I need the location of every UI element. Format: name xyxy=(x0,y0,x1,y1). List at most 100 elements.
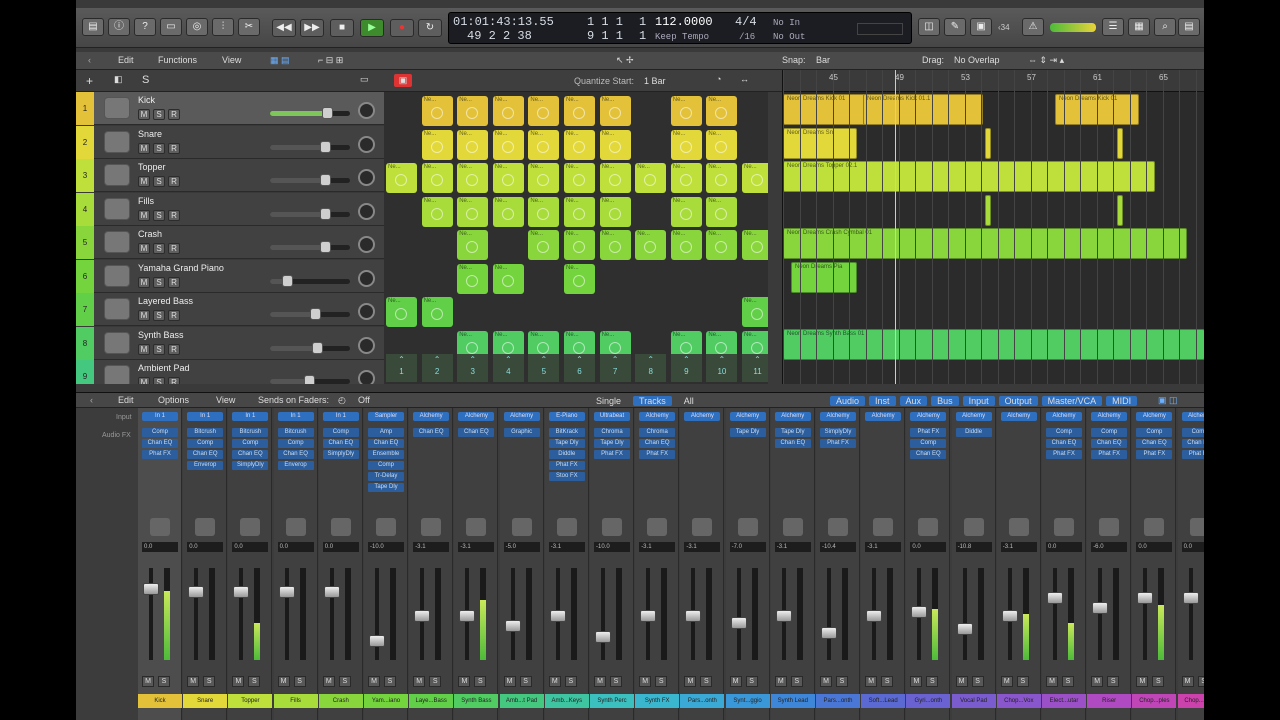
track-header[interactable]: 6 Yamaha Grand Piano M S R xyxy=(76,259,384,293)
loop-cell[interactable]: Ne... xyxy=(421,196,453,227)
editors-icon[interactable]: ✂ xyxy=(238,18,260,36)
gain-value[interactable]: -10.4 xyxy=(820,542,856,552)
master-volume-meter[interactable] xyxy=(1050,23,1096,32)
fader-cap[interactable] xyxy=(911,605,928,618)
mixer-filter-inst[interactable]: Inst xyxy=(869,396,896,406)
channel-name[interactable]: Amb...t Pad xyxy=(499,694,544,708)
loop-cell[interactable]: Ne... xyxy=(457,129,489,160)
plugin-slot[interactable]: Phat FX xyxy=(142,450,178,459)
input-slot[interactable]: In 1 xyxy=(232,412,269,421)
loop-cell[interactable]: Ne... xyxy=(742,230,768,260)
channel-name[interactable]: Chop...ples xyxy=(1177,694,1204,708)
fader-track[interactable] xyxy=(601,568,605,660)
fader-cap[interactable] xyxy=(866,610,883,622)
plugin-slot[interactable]: Chan EQ xyxy=(232,450,269,459)
loop-cell[interactable]: Ne... xyxy=(421,163,453,193)
plugin-slot[interactable]: Comp xyxy=(1136,428,1173,437)
plugin-slot[interactable]: Chan EQ xyxy=(1091,439,1128,448)
fader-track[interactable] xyxy=(1098,568,1103,660)
fader-track[interactable] xyxy=(1143,568,1148,660)
track-header[interactable]: 5 Crash M S R xyxy=(76,226,384,259)
scene-trigger[interactable]: ⌃ 8 xyxy=(635,354,667,382)
gain-value[interactable]: 0.0 xyxy=(1046,542,1082,552)
mute-button[interactable]: M xyxy=(729,676,742,687)
input-slot[interactable]: Ultrabeat xyxy=(594,412,630,421)
loop-cell[interactable]: Ne... xyxy=(457,263,489,294)
plugin-slot[interactable]: SimplyDly xyxy=(820,428,856,437)
record-enable-button[interactable]: R xyxy=(168,310,180,321)
mute-button[interactable]: M xyxy=(1000,676,1013,687)
ruler[interactable]: 454953576165 xyxy=(783,70,1204,92)
tempo-mode[interactable]: Keep Tempo xyxy=(655,32,709,42)
loop-cell[interactable]: Ne... xyxy=(386,163,417,193)
track-header[interactable]: 8 Synth Bass M S R xyxy=(76,326,384,360)
volume-slider[interactable] xyxy=(270,174,350,186)
loop-cell[interactable]: Ne... xyxy=(457,163,489,193)
input-slot[interactable]: Alchemy xyxy=(910,412,947,421)
mute-button[interactable]: M xyxy=(1091,676,1104,687)
plugin-slot[interactable]: Chan EQ xyxy=(910,450,947,459)
fader-cap[interactable] xyxy=(685,610,702,622)
track-header[interactable]: 2 Snare M S R xyxy=(76,125,384,159)
gain-value[interactable]: 0.0 xyxy=(322,542,359,552)
mixer-edit-menu[interactable]: Edit xyxy=(118,395,134,405)
pan-knob[interactable] xyxy=(358,169,375,186)
plugin-slot[interactable]: Phat FX xyxy=(820,439,856,448)
mute-button[interactable]: M xyxy=(1046,676,1058,687)
mute-button[interactable]: M xyxy=(138,176,150,187)
record-enable-button[interactable]: R xyxy=(168,377,180,384)
mixer-filter-bus[interactable]: Bus xyxy=(931,396,959,406)
track-name[interactable]: Yamaha Grand Piano xyxy=(138,263,224,273)
mixer-filter-aux[interactable]: Aux xyxy=(899,396,928,406)
mute-button[interactable]: M xyxy=(138,209,150,221)
gain-value[interactable]: 0.0 xyxy=(187,542,224,552)
mute-button[interactable]: M xyxy=(277,676,290,687)
plugin-slot[interactable]: Bitcrush xyxy=(187,428,224,437)
gain-value[interactable]: -3.1 xyxy=(548,542,585,552)
functions-menu[interactable]: Functions xyxy=(158,55,197,65)
channel-name[interactable]: Topper xyxy=(228,694,273,708)
fader-cap[interactable] xyxy=(549,610,566,622)
loop-cell[interactable]: Ne... xyxy=(742,297,768,327)
solo-button[interactable]: S xyxy=(700,676,713,687)
mute-button[interactable]: M xyxy=(774,676,787,687)
solo-button[interactable]: S xyxy=(293,676,306,687)
loop-cell[interactable]: Ne... xyxy=(492,129,524,160)
fader-cap[interactable] xyxy=(1001,610,1018,622)
loop-cell[interactable]: Ne... xyxy=(528,230,560,260)
solo-button[interactable]: S xyxy=(1152,676,1165,687)
toolbar-icon[interactable]: ▭ xyxy=(160,18,182,36)
loop-cell[interactable]: Ne... xyxy=(528,96,560,126)
loop-cell[interactable]: Ne... xyxy=(564,96,595,126)
mixer-options-menu[interactable]: Options xyxy=(158,395,189,405)
drag-value[interactable]: No Overlap xyxy=(954,55,1000,65)
plugin-slot[interactable]: Chan EQ xyxy=(1181,439,1204,448)
mute-button[interactable]: M xyxy=(548,676,561,687)
scene-trigger[interactable]: ⌃ 3 xyxy=(457,354,489,382)
gain-value[interactable]: 0.0 xyxy=(910,542,947,552)
gain-value[interactable]: -3.1 xyxy=(774,542,811,552)
input-slot[interactable]: In 1 xyxy=(187,412,224,421)
region[interactable]: Neon Dreams Synth Bass 01 xyxy=(783,328,1204,360)
mute-button[interactable]: M xyxy=(138,109,150,120)
mixer-filter-output[interactable]: Output xyxy=(998,396,1038,406)
pan-knob[interactable] xyxy=(358,202,375,220)
record-enable-button[interactable]: R xyxy=(168,209,180,221)
solo-button[interactable]: S xyxy=(153,343,165,355)
fader-track[interactable] xyxy=(329,568,334,660)
fader-cap[interactable] xyxy=(323,586,340,599)
input-slot[interactable]: Alchemy xyxy=(1136,412,1173,421)
edit-menu[interactable]: Edit xyxy=(118,55,134,65)
mute-button[interactable]: M xyxy=(594,676,606,687)
loop-cell[interactable]: Ne... xyxy=(564,196,595,227)
help-icon[interactable]: ? xyxy=(134,18,156,36)
mute-button[interactable]: M xyxy=(368,676,380,687)
input-slot[interactable]: Alchemy xyxy=(503,412,540,421)
fader-cap[interactable] xyxy=(188,586,205,599)
plugin-slot[interactable]: Chroma xyxy=(639,428,676,437)
solo-button[interactable]: S xyxy=(610,676,622,687)
loop-cell[interactable]: Ne... xyxy=(457,230,489,260)
gain-value[interactable]: -7.0 xyxy=(729,542,766,552)
mute-button[interactable]: M xyxy=(684,676,697,687)
mute-button[interactable]: M xyxy=(865,676,878,687)
